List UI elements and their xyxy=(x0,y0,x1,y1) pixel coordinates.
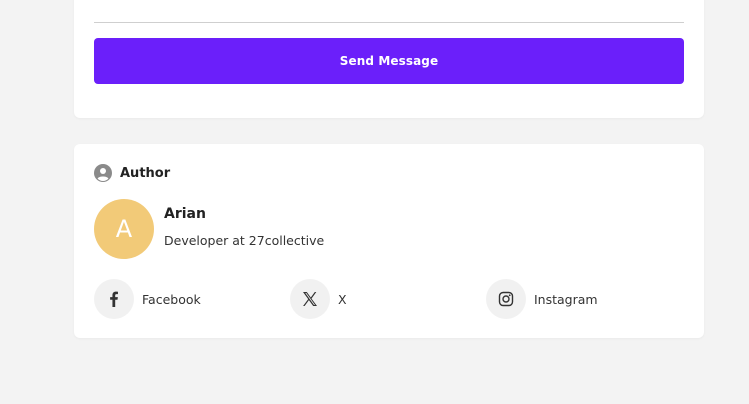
facebook-icon xyxy=(94,279,134,319)
social-label: X xyxy=(338,291,347,307)
message-field-underline xyxy=(94,22,684,23)
x-icon xyxy=(290,279,330,319)
author-name: Arian xyxy=(164,206,206,222)
author-header: Author xyxy=(94,164,170,182)
contact-form-card: Send Message xyxy=(74,0,704,118)
social-link-x[interactable]: X xyxy=(290,279,347,319)
send-message-button[interactable]: Send Message xyxy=(94,38,684,84)
user-circle-icon xyxy=(94,164,112,182)
author-role: Developer at 27collective xyxy=(164,233,325,248)
author-section-title: Author xyxy=(120,165,171,181)
avatar: A xyxy=(94,199,154,259)
social-label: Facebook xyxy=(142,291,201,307)
social-label: Instagram xyxy=(534,291,598,307)
social-links: Facebook X Instagram xyxy=(94,279,684,319)
instagram-icon xyxy=(486,279,526,319)
social-link-instagram[interactable]: Instagram xyxy=(486,279,598,319)
author-card: Author A Arian Developer at 27collective… xyxy=(74,144,704,338)
social-link-facebook[interactable]: Facebook xyxy=(94,279,201,319)
